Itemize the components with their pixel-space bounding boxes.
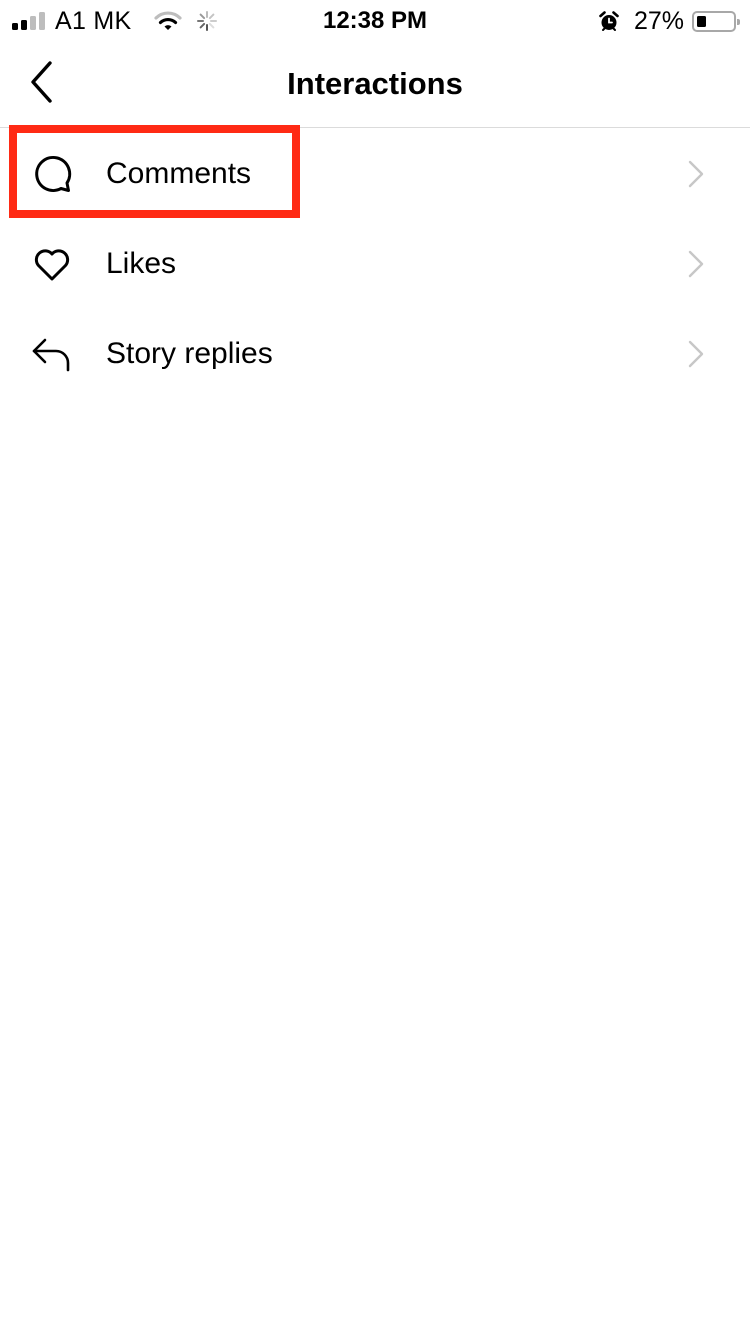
navigation-bar: Interactions	[0, 40, 750, 128]
list-item-likes[interactable]: Likes	[0, 219, 750, 309]
chevron-right-icon	[688, 250, 704, 278]
list-item-comments[interactable]: Comments	[0, 129, 750, 219]
battery-fill	[697, 15, 706, 27]
alarm-icon	[599, 11, 619, 31]
list-item-label: Story replies	[106, 337, 273, 370]
status-bar: A1 MK 12:38 PM 27%	[0, 0, 750, 40]
reply-arrow-icon	[30, 332, 74, 376]
comment-bubble-icon	[30, 152, 74, 196]
list-item-label: Likes	[106, 247, 177, 280]
interactions-list: Comments Likes Story replies	[0, 129, 750, 399]
list-item-label: Comments	[106, 157, 252, 190]
battery-percentage: 27%	[633, 6, 684, 35]
status-bar-right: 27%	[598, 6, 740, 36]
page-title: Interactions	[287, 66, 463, 101]
list-item-story-replies[interactable]: Story replies	[0, 309, 750, 399]
heart-icon	[30, 242, 74, 286]
battery-icon	[692, 10, 740, 32]
chevron-right-icon	[688, 160, 704, 188]
chevron-right-icon	[688, 340, 704, 368]
